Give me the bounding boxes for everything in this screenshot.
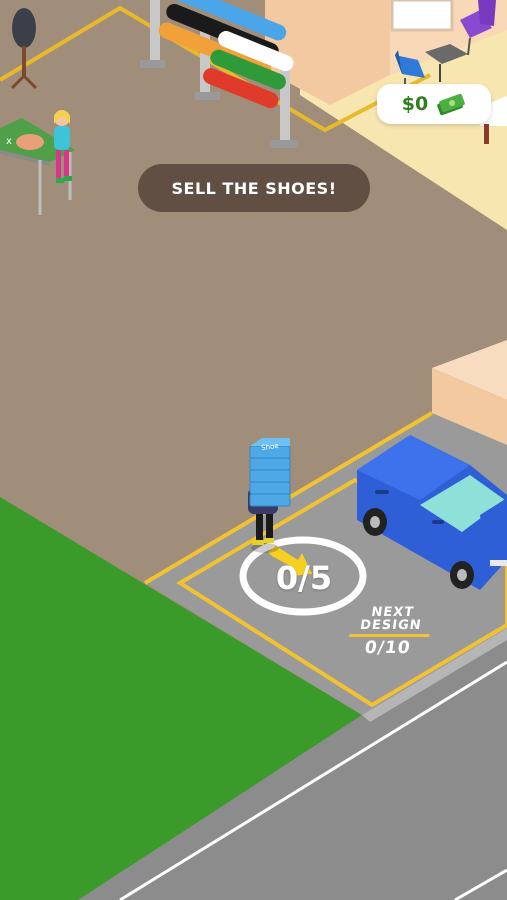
instruction-text: SELL THE SHOES! xyxy=(171,178,337,198)
cash-stack-icon xyxy=(437,93,465,116)
money-counter: $0 xyxy=(377,84,491,124)
next-design-bar xyxy=(349,634,430,637)
game-scene[interactable]: x xyxy=(0,0,507,900)
instruction-banner: SELL THE SHOES! xyxy=(138,164,370,212)
svg-text:x: x xyxy=(6,136,12,147)
next-design-progress: 0/10 xyxy=(363,638,412,658)
next-design-line2: DESIGN xyxy=(359,618,423,633)
sell-counter: 0/5 xyxy=(275,559,333,597)
money-amount: $0 xyxy=(401,93,429,115)
next-design-label: NEXT DESIGN 0/10 xyxy=(342,605,437,658)
window xyxy=(390,0,454,32)
